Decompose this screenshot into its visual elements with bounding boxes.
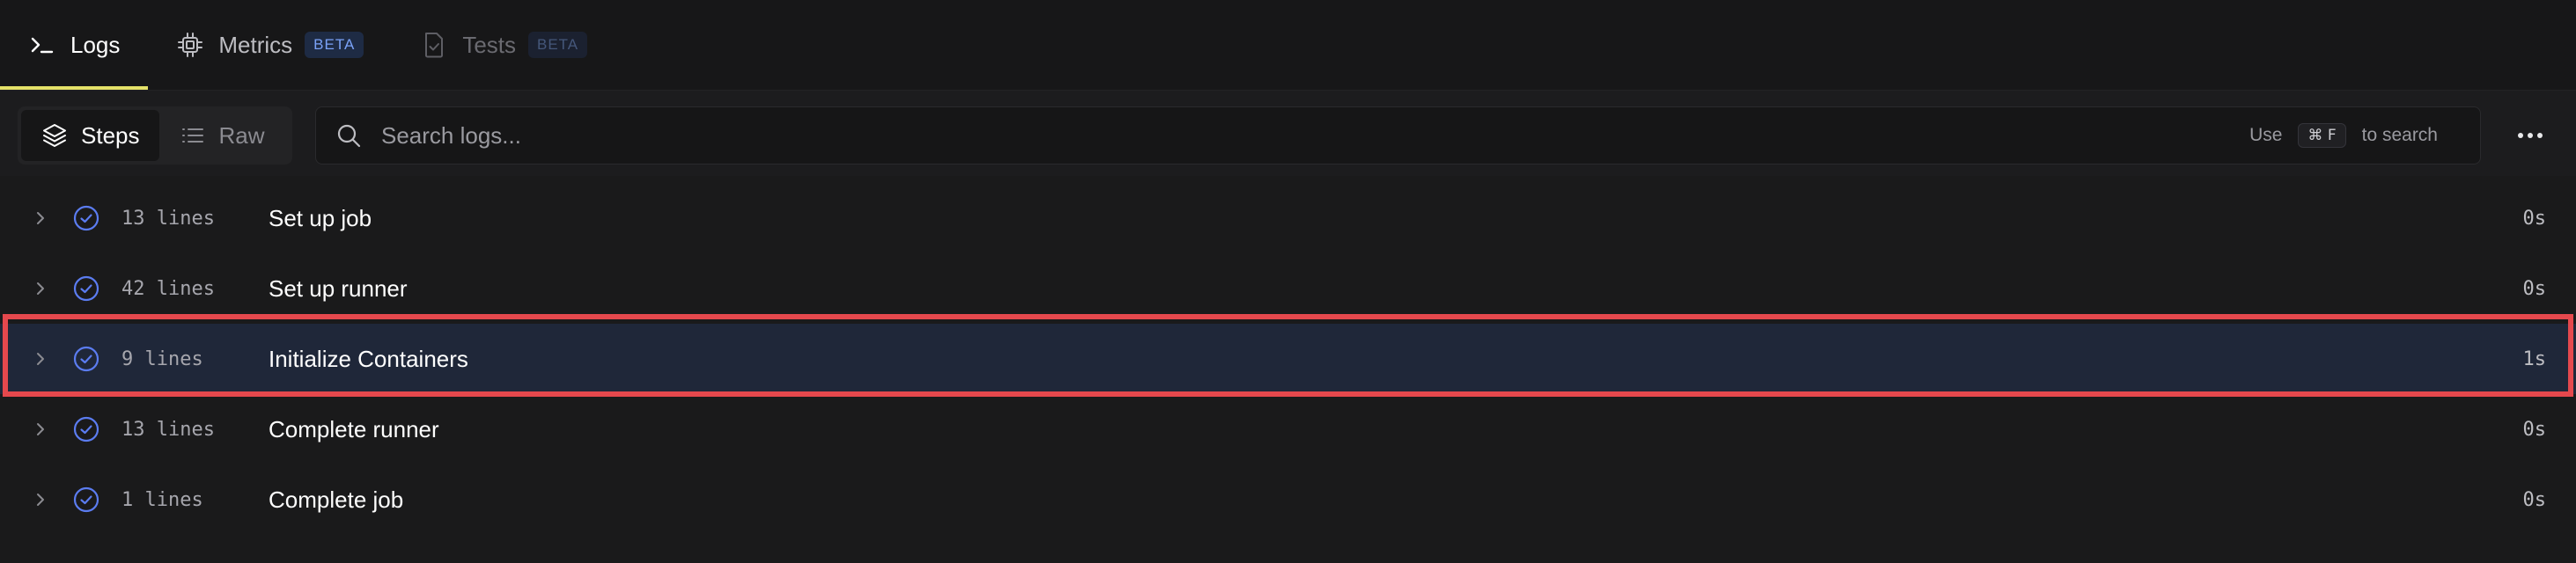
chevron-right-icon[interactable]: [33, 280, 48, 297]
tab-logs-label: Logs: [70, 31, 121, 58]
step-line-count: 13 lines: [121, 418, 215, 441]
step-row[interactable]: 13 lines Set up job 0s: [0, 183, 2576, 253]
step-duration: 0s: [2522, 207, 2547, 230]
steps-view-button[interactable]: Steps: [21, 110, 159, 161]
keyboard-shortcut: ⌘ F: [2298, 123, 2346, 148]
search-input[interactable]: [379, 121, 2250, 150]
step-duration: 0s: [2522, 418, 2547, 441]
check-circle-icon: [73, 205, 99, 231]
step-row[interactable]: 13 lines Complete runner 0s: [0, 394, 2576, 464]
steps-view-label: Steps: [81, 121, 140, 149]
step-duration: 1s: [2522, 347, 2547, 370]
check-circle-icon: [73, 275, 99, 302]
tab-bar: Logs Metrics BETA Tests BETA: [0, 0, 2576, 90]
raw-view-label: Raw: [218, 121, 265, 149]
step-duration: 0s: [2522, 277, 2547, 300]
layers-icon: [40, 121, 69, 150]
raw-view-button[interactable]: Raw: [159, 110, 284, 161]
more-horizontal-icon: [2518, 133, 2543, 138]
tab-metrics-label: Metrics: [218, 31, 293, 58]
step-line-count: 9 lines: [121, 347, 203, 370]
terminal-icon: [28, 31, 56, 59]
search-shortcut-hint: Use ⌘ F to search: [2249, 123, 2438, 148]
step-name: Set up runner: [269, 274, 408, 302]
step-duration: 0s: [2522, 488, 2547, 511]
step-row[interactable]: 42 lines Set up runner 0s: [0, 253, 2576, 324]
check-circle-icon: [73, 486, 99, 513]
tab-logs[interactable]: Logs: [0, 0, 149, 90]
tab-tests-label: Tests: [462, 31, 516, 58]
step-row[interactable]: 1 lines Complete job 0s: [0, 464, 2576, 535]
tab-metrics[interactable]: Metrics BETA: [148, 0, 392, 90]
step-line-count: 42 lines: [121, 277, 215, 300]
beta-badge: BETA: [528, 32, 588, 58]
step-row-selected[interactable]: 9 lines Initialize Containers 1s: [0, 324, 2576, 394]
search-icon: [337, 124, 361, 148]
check-circle-icon: [73, 416, 99, 442]
chevron-right-icon[interactable]: [33, 350, 48, 368]
step-name: Complete runner: [269, 415, 439, 442]
more-options-button[interactable]: [2509, 121, 2551, 150]
chevron-right-icon[interactable]: [33, 209, 48, 227]
chevron-right-icon[interactable]: [33, 420, 48, 438]
beta-badge: BETA: [305, 32, 364, 58]
list-icon: [179, 121, 207, 150]
check-circle-icon: [73, 346, 99, 372]
search-box: Use ⌘ F to search: [315, 106, 2481, 165]
chevron-right-icon[interactable]: [33, 491, 48, 508]
file-check-icon: [420, 31, 448, 59]
hint-prefix: Use: [2249, 125, 2283, 145]
step-line-count: 13 lines: [121, 207, 215, 230]
chip-icon: [176, 31, 204, 59]
view-mode-toggle: Steps Raw: [18, 106, 292, 165]
step-name: Complete job: [269, 486, 404, 513]
step-name: Set up job: [269, 204, 372, 231]
hint-suffix: to search: [2361, 125, 2438, 145]
log-toolbar: Steps Raw Use ⌘ F to search: [0, 90, 2576, 176]
tab-tests[interactable]: Tests BETA: [392, 0, 615, 90]
step-name: Initialize Containers: [269, 345, 468, 372]
step-line-count: 1 lines: [121, 488, 203, 511]
